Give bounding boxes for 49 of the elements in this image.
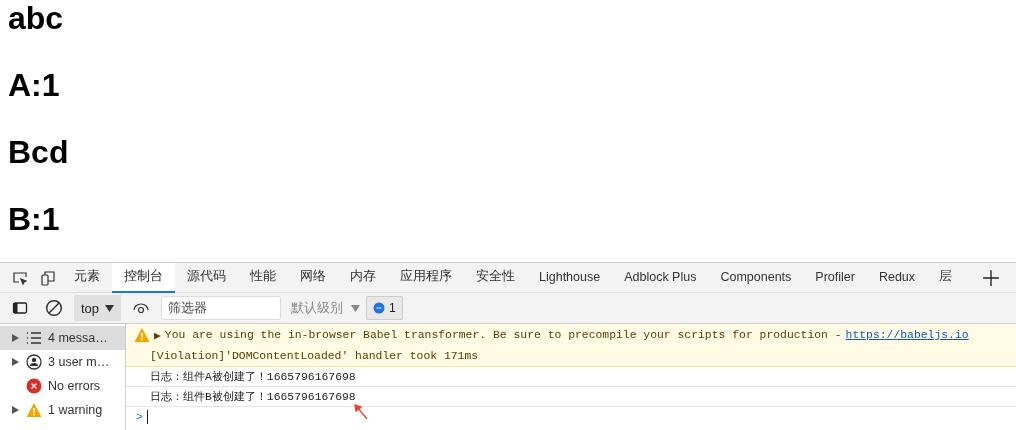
caret-icon [351,304,361,312]
sidebar-label: No errors [48,379,101,393]
annotation-arrow [354,404,368,420]
user-icon [26,354,42,370]
warning-icon [26,402,42,418]
devtools-tab[interactable]: Components [708,262,804,293]
devtools-tab[interactable]: 控制台 [112,262,175,293]
devtools-tab[interactable]: Adblock Plus [612,262,709,293]
page-heading: Bcd [8,134,70,170]
devtools-tab[interactable]: Profiler [803,262,867,293]
expand-icon [12,358,19,366]
warning-icon [134,327,150,343]
devtools-tab[interactable]: 安全性 [464,262,527,293]
expand-icon [12,406,19,414]
page-heading: A:1 [8,67,61,103]
sidebar-item[interactable]: 4 messa… [0,326,125,350]
text-cursor [146,410,148,424]
sidebar-item[interactable]: No errors [0,374,125,398]
filter-field[interactable]: 筛选器 [161,296,282,320]
list-icon [26,330,42,346]
violation-message: [Violation]'DOMContentLoaded' handler took 171ms [150,349,479,362]
sidebar-label: 3 user m… [48,355,110,369]
devtools-tab[interactable]: 层 [927,262,965,293]
error-icon [26,378,42,394]
devtools-tab[interactable]: 网络 [288,262,338,293]
devtools-tab[interactable]: 内存 [338,262,388,293]
expand-icon[interactable]: ▶ [154,328,161,342]
context-select[interactable]: top [74,295,122,321]
devtools-tab[interactable]: 源代码 [175,262,238,293]
sidebar-item[interactable]: 3 user m… [0,350,125,374]
page-heading: abc [8,0,65,36]
message-icon [373,302,386,314]
log-message: 日志：组件B被创建了！1665796167698 [126,387,1016,407]
sidebar-label: 1 warning [48,403,103,417]
caret-icon [105,304,115,312]
log-message: 日志：组件A被创建了！1665796167698 [126,367,1016,387]
devtools-tab[interactable]: Redux [866,262,928,293]
babel-link[interactable]: https://babeljs.io [845,329,969,341]
prompt-icon: > [136,411,143,423]
devtools-tab[interactable]: 性能 [238,262,288,293]
issues-button[interactable]: 1 [366,296,403,320]
expand-icon [12,334,19,342]
sidebar-label: 4 messa… [48,331,108,345]
devtools-tab[interactable]: Lighthouse [527,262,613,293]
devtools-tab[interactable]: 元素 [62,262,112,293]
page-heading: B:1 [8,201,61,237]
sidebar-item[interactable]: 1 warning [0,398,125,422]
warning-message: You are using the in-browser Babel transformer. Be sure to precompile your scripts for production - [164,329,842,341]
devtools-tab[interactable]: 应用程序 [388,262,464,293]
